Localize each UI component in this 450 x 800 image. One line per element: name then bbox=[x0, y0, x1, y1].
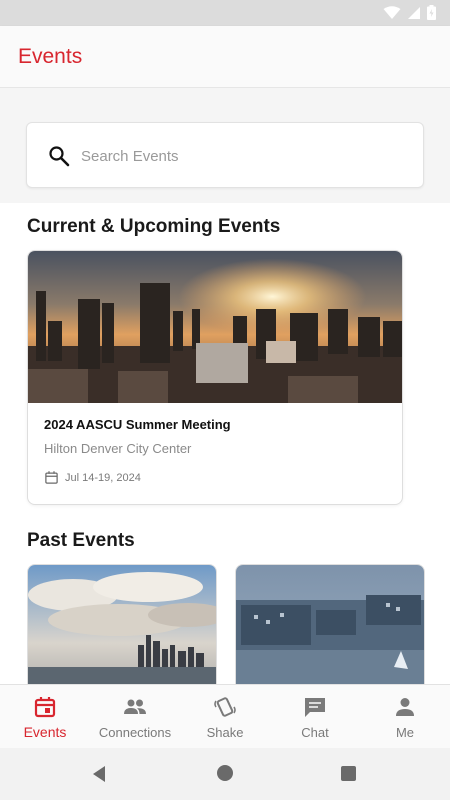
nav-item-chat[interactable]: Chat bbox=[270, 685, 360, 749]
past-event-image bbox=[236, 565, 424, 684]
nav-item-connections[interactable]: Connections bbox=[90, 685, 180, 749]
calendar-icon bbox=[45, 471, 58, 484]
nav-item-shake[interactable]: Shake bbox=[180, 685, 270, 749]
nav-item-events[interactable]: Events bbox=[0, 685, 90, 749]
event-name: 2024 AASCU Summer Meeting bbox=[44, 417, 231, 432]
events-content[interactable]: Current & Upcoming Events bbox=[0, 88, 450, 684]
back-icon[interactable] bbox=[90, 764, 110, 784]
current-events-heading: Current & Upcoming Events bbox=[27, 216, 281, 237]
status-icons bbox=[383, 5, 436, 20]
search-section bbox=[0, 88, 450, 203]
nav-label: Connections bbox=[98, 725, 172, 740]
past-event-card[interactable] bbox=[27, 564, 217, 684]
nav-label: Shake bbox=[206, 725, 244, 740]
event-venue: Hilton Denver City Center bbox=[44, 441, 192, 456]
event-date: Jul 14-19, 2024 bbox=[65, 471, 141, 484]
shake-icon bbox=[214, 697, 236, 717]
search-icon bbox=[49, 146, 70, 167]
search-box[interactable] bbox=[26, 122, 424, 188]
nav-label: Events bbox=[23, 724, 67, 740]
past-event-image bbox=[28, 565, 216, 684]
system-nav-bar bbox=[0, 748, 450, 800]
event-date-row: Jul 14-19, 2024 bbox=[44, 470, 141, 485]
event-cover-image bbox=[28, 251, 402, 403]
calendar-icon bbox=[34, 697, 56, 718]
event-card[interactable]: 2024 AASCU Summer Meeting Hilton Denver … bbox=[27, 250, 403, 505]
wifi-icon bbox=[383, 5, 401, 19]
bottom-nav: Events Connections Shake Chat Me bbox=[0, 684, 450, 748]
recents-icon[interactable] bbox=[341, 766, 356, 781]
past-event-card[interactable] bbox=[235, 564, 425, 684]
home-icon[interactable] bbox=[217, 765, 233, 781]
search-input[interactable] bbox=[81, 141, 401, 171]
people-icon bbox=[124, 699, 146, 714]
battery-icon bbox=[427, 5, 436, 20]
app-bar: Events bbox=[0, 26, 450, 88]
nav-item-me[interactable]: Me bbox=[360, 685, 450, 749]
past-events-heading: Past Events bbox=[27, 530, 135, 551]
person-icon bbox=[396, 698, 414, 716]
signal-icon bbox=[408, 6, 420, 19]
chat-icon bbox=[305, 698, 325, 717]
nav-label: Chat bbox=[301, 725, 329, 740]
nav-label: Me bbox=[395, 725, 415, 740]
page-title: Events bbox=[18, 45, 83, 68]
status-bar bbox=[0, 0, 450, 26]
